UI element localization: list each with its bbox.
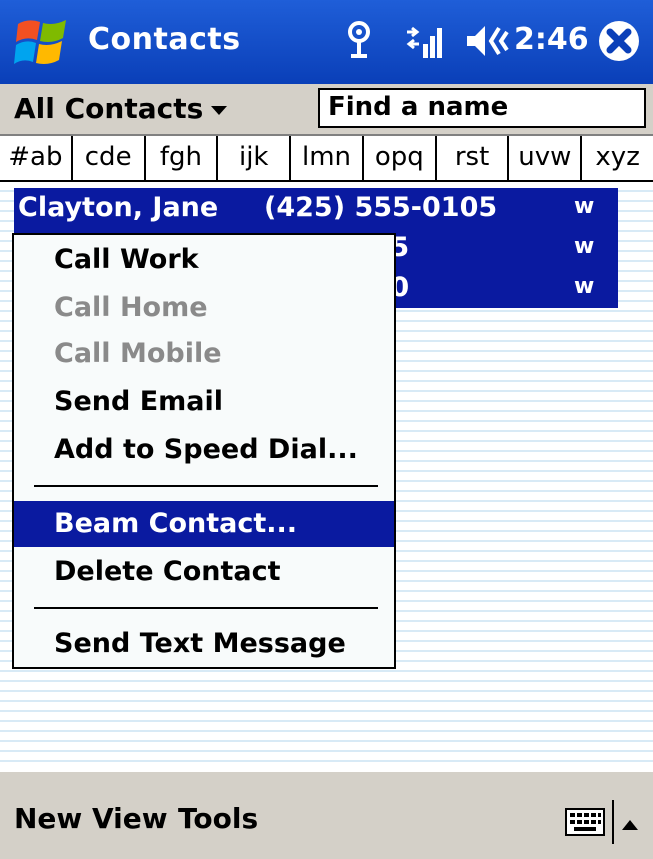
alpha-tab[interactable]: xyz <box>582 136 653 180</box>
input-panel-toggle-icon[interactable] <box>622 820 638 830</box>
contact-phone: (425) 555-0105 <box>264 192 498 223</box>
clock[interactable]: 2:46 <box>514 22 589 57</box>
alpha-tab[interactable]: opq <box>364 136 437 180</box>
divider <box>612 800 614 844</box>
contact-row[interactable]: Clayton, Jane (425) 555-0105 w <box>14 188 618 228</box>
alpha-tab[interactable]: rst <box>437 136 510 180</box>
keyboard-icon[interactable] <box>565 808 605 836</box>
bottom-menu-bar: New View Tools <box>0 770 653 859</box>
menu-item-call-mobile[interactable]: Call Mobile <box>14 331 394 377</box>
alpha-tab[interactable]: fgh <box>146 136 219 180</box>
alpha-tab[interactable]: #ab <box>0 136 73 180</box>
category-label: All Contacts <box>14 92 204 125</box>
close-icon[interactable] <box>598 20 640 62</box>
connectivity-icon[interactable] <box>345 20 373 62</box>
filter-bar: All Contacts Find a name <box>0 84 653 136</box>
windows-start-icon[interactable] <box>14 16 70 68</box>
menu-item-send-email[interactable]: Send Email <box>14 379 394 425</box>
app-title: Contacts <box>88 22 241 57</box>
menu-item-call-home[interactable]: Call Home <box>14 285 394 331</box>
contact-number-type: w <box>574 274 595 299</box>
new-menu[interactable]: New <box>14 802 82 835</box>
find-name-input[interactable]: Find a name <box>318 88 646 128</box>
view-menu[interactable]: View <box>92 802 168 835</box>
context-menu: Call Work Call Home Call Mobile Send Ema… <box>12 233 396 669</box>
alpha-tab[interactable]: uvw <box>509 136 583 180</box>
tools-menu[interactable]: Tools <box>178 802 258 835</box>
chevron-down-icon <box>211 105 228 115</box>
signal-strength-icon[interactable] <box>405 18 449 62</box>
title-bar: Contacts 2:46 <box>0 0 653 84</box>
contact-number-type: w <box>574 194 595 219</box>
menu-item-delete-contact[interactable]: Delete Contact <box>14 549 394 595</box>
category-dropdown[interactable]: All Contacts <box>14 92 228 125</box>
menu-separator <box>34 485 378 487</box>
menu-item-send-text-message[interactable]: Send Text Message <box>14 621 394 667</box>
menu-item-beam-contact[interactable]: Beam Contact... <box>14 501 394 547</box>
menu-item-add-speed-dial[interactable]: Add to Speed Dial... <box>14 427 394 473</box>
contact-name: Clayton, Jane <box>18 192 219 223</box>
alpha-tab[interactable]: ijk <box>218 136 292 180</box>
alpha-tab[interactable]: cde <box>73 136 146 180</box>
menu-separator <box>34 607 378 609</box>
volume-icon[interactable] <box>465 20 509 62</box>
contact-number-type: w <box>574 234 595 259</box>
menu-item-call-work[interactable]: Call Work <box>14 237 394 283</box>
alpha-tab[interactable]: lmn <box>291 136 364 180</box>
alphabet-tabs: #ab cde fgh ijk lmn opq rst uvw xyz <box>0 136 653 182</box>
